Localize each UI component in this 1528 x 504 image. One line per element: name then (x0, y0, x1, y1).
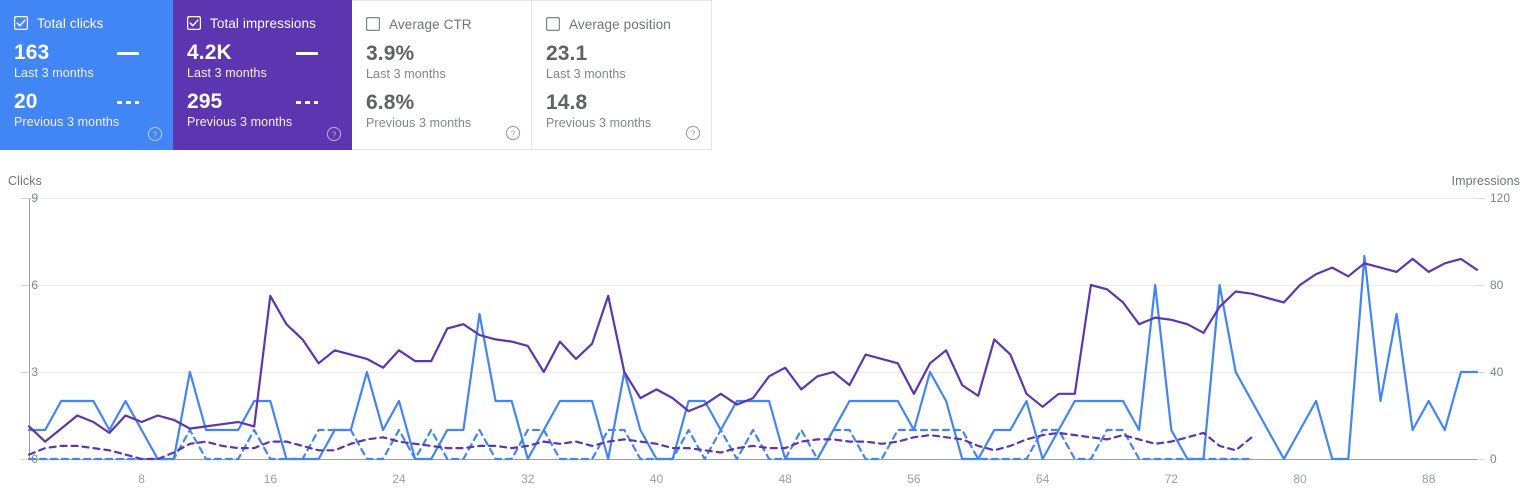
series-line (27, 254, 1479, 461)
average-ctr-checkbox[interactable] (366, 17, 380, 31)
total-clicks-checkbox[interactable] (14, 16, 28, 30)
x-axis-tick: 24 (392, 472, 406, 486)
current-value: 3.9% (366, 42, 415, 65)
current-period-stat: 3.9% Last 3 months (366, 43, 515, 83)
previous-value: 14.8 (546, 91, 588, 114)
card-header: Average CTR (366, 14, 515, 34)
card-title: Total clicks (37, 15, 104, 31)
y-axis-left-tick: 0 (31, 452, 38, 466)
average-position-checkbox[interactable] (546, 17, 560, 31)
help-icon[interactable]: ? (685, 125, 701, 141)
dashed-line-legend-icon (117, 101, 139, 104)
y-axis-right-tick: 0 (1490, 452, 1497, 466)
current-label: Last 3 months (14, 66, 94, 80)
svg-text:?: ? (691, 128, 696, 138)
y-axis-left-tick: 3 (31, 365, 38, 379)
x-axis-tick: 48 (778, 472, 792, 486)
previous-label: Previous 3 months (14, 115, 120, 129)
help-icon[interactable]: ? (147, 126, 163, 142)
performance-chart[interactable]: Clicks Impressions 8 16 24 32 40 48 56 64 72 80 88 (0, 150, 1528, 504)
solid-line-legend-icon (296, 52, 318, 55)
svg-text:?: ? (153, 129, 158, 139)
card-header: Total clicks (14, 13, 157, 33)
series-line (27, 428, 1253, 461)
previous-value: 6.8% (366, 91, 415, 114)
help-icon[interactable]: ? (505, 125, 521, 141)
x-axis-tick: 80 (1293, 472, 1307, 486)
current-label: Last 3 months (187, 66, 267, 80)
current-period-stat: 23.1 Last 3 months (546, 43, 695, 83)
y-axis-right-tick: 40 (1490, 365, 1504, 379)
current-period-stat: 4.2K Last 3 months (187, 42, 336, 82)
previous-label: Previous 3 months (187, 115, 293, 129)
total-impressions-checkbox[interactable] (187, 16, 201, 30)
current-value: 23.1 (546, 42, 588, 65)
x-axis-tick: 32 (521, 472, 535, 486)
metric-card-total-impressions[interactable]: Total impressions 4.2K Last 3 months 295… (173, 0, 352, 150)
previous-label: Previous 3 months (546, 116, 652, 130)
x-axis-tick: 88 (1422, 472, 1436, 486)
svg-text:?: ? (511, 128, 516, 138)
current-period-stat: 163 Last 3 months (14, 42, 157, 82)
previous-label: Previous 3 months (366, 116, 472, 130)
x-axis-tick: 64 (1035, 472, 1050, 486)
x-axis-tick: 16 (263, 472, 278, 486)
card-title: Average CTR (389, 16, 472, 32)
x-axis-tick: 40 (649, 472, 664, 486)
card-header: Average position (546, 14, 695, 34)
current-label: Last 3 months (366, 67, 446, 81)
help-icon[interactable]: ? (326, 126, 342, 142)
card-title: Average position (569, 16, 671, 32)
card-header: Total impressions (187, 13, 336, 33)
svg-text:?: ? (332, 129, 337, 139)
metric-card-total-clicks[interactable]: Total clicks 163 Last 3 months 20 Previo… (0, 0, 173, 150)
x-axis-tick: 8 (138, 472, 145, 486)
previous-period-stat: 6.8% Previous 3 months (366, 92, 515, 132)
solid-line-legend-icon (117, 52, 139, 55)
previous-period-stat: 14.8 Previous 3 months (546, 92, 695, 132)
y-axis-left-tick: 9 (31, 191, 38, 205)
y-axis-left-tick: 6 (31, 278, 38, 292)
previous-period-stat: 20 Previous 3 months (14, 91, 157, 131)
y-axis-right-tick: 120 (1490, 191, 1511, 205)
current-label: Last 3 months (546, 67, 626, 81)
metric-cards-row: Total clicks 163 Last 3 months 20 Previo… (0, 0, 712, 150)
x-axis-tick: 72 (1164, 472, 1178, 486)
card-title: Total impressions (210, 15, 316, 31)
chart-plot-area (21, 198, 1485, 461)
metric-card-average-ctr[interactable]: Average CTR 3.9% Last 3 months 6.8% Prev… (352, 0, 532, 150)
metric-card-average-position[interactable]: Average position 23.1 Last 3 months 14.8… (532, 0, 712, 150)
y-axis-right-tick: 80 (1490, 278, 1504, 292)
dashed-line-legend-icon (296, 101, 318, 104)
previous-period-stat: 295 Previous 3 months (187, 91, 336, 131)
x-axis-tick: 56 (907, 472, 921, 486)
